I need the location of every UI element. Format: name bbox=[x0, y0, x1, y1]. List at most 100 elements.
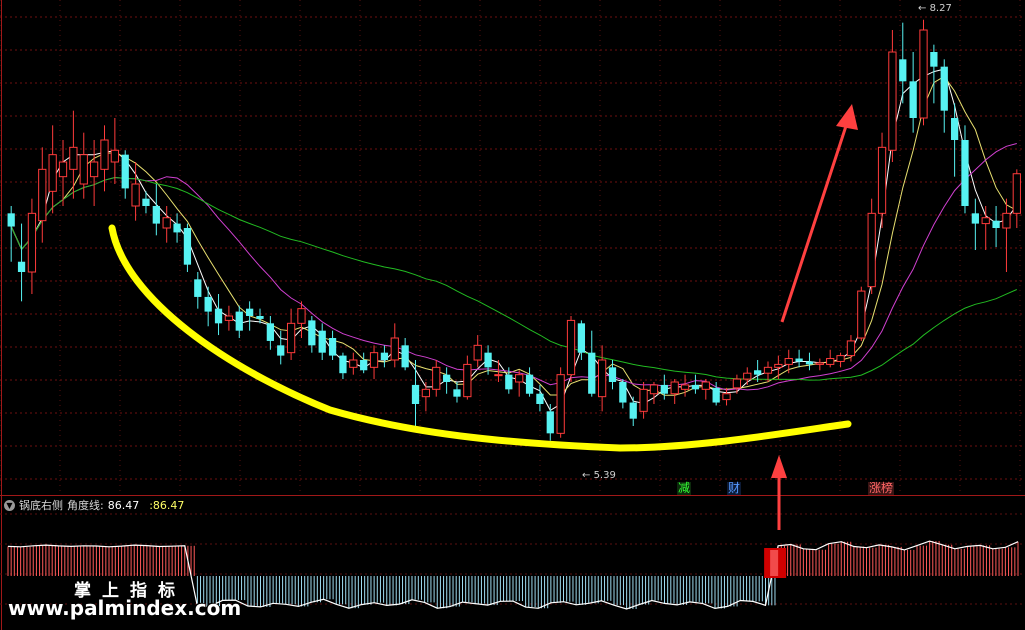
candle-body-down bbox=[805, 361, 814, 365]
candle-body-up bbox=[79, 154, 88, 185]
candle-body-down bbox=[712, 387, 720, 403]
candle-body-down bbox=[691, 384, 700, 390]
candle-body-down bbox=[183, 228, 192, 265]
candle-body-up bbox=[597, 359, 607, 398]
min-price-label: ← 5.39 bbox=[582, 470, 616, 481]
candle-body-down bbox=[950, 118, 959, 140]
candle-body-up bbox=[888, 51, 897, 151]
candle-body-up bbox=[297, 308, 306, 324]
candle-body-down bbox=[121, 154, 129, 189]
candle-body-down bbox=[536, 393, 544, 404]
candle bbox=[867, 198, 876, 294]
candle-body-down bbox=[204, 296, 212, 312]
candle-body-down bbox=[619, 382, 627, 403]
candle-body-up bbox=[110, 149, 119, 163]
candle bbox=[919, 19, 928, 126]
candle-body-down bbox=[328, 338, 337, 356]
candle-body-up bbox=[473, 344, 482, 361]
candle-body-down bbox=[194, 279, 202, 297]
candle-body-up bbox=[784, 358, 793, 365]
candle-body-down bbox=[961, 140, 969, 206]
candle-body-up bbox=[494, 374, 503, 377]
candle-body-up bbox=[836, 355, 845, 362]
candle-body-down bbox=[256, 316, 264, 319]
candle-body-up bbox=[224, 315, 234, 321]
candle-body-down bbox=[401, 345, 409, 368]
candle-body-down bbox=[339, 355, 347, 374]
candle-body-up bbox=[162, 217, 171, 229]
candle-body-up bbox=[421, 388, 431, 398]
chevron-down-icon[interactable]: ▼ bbox=[4, 499, 15, 511]
candle-body-up bbox=[58, 161, 68, 178]
candle-body-up bbox=[38, 168, 47, 222]
candle-body-down bbox=[152, 206, 160, 224]
candle-body-down bbox=[266, 323, 274, 341]
candle-body-down bbox=[608, 367, 617, 382]
candle-body-up bbox=[1012, 173, 1021, 214]
candle-body-down bbox=[411, 384, 420, 404]
event-tag-zhangbang[interactable]: 涨榜 bbox=[868, 482, 895, 495]
candle-body-down bbox=[484, 352, 492, 368]
indicator-series-label: 角度线: bbox=[67, 499, 104, 512]
candle-body-up bbox=[919, 29, 928, 119]
candle-body-down bbox=[505, 374, 513, 390]
candle-body-down bbox=[930, 52, 938, 67]
candle-body-up bbox=[27, 212, 37, 273]
candle-body-up bbox=[877, 146, 887, 214]
candle-body-down bbox=[992, 220, 1000, 228]
watermark-url[interactable]: www.palmindex.com bbox=[8, 596, 241, 620]
candle-body-down bbox=[318, 330, 326, 353]
candle-body-down bbox=[971, 213, 979, 224]
candle-body-down bbox=[909, 81, 917, 118]
candle-body-down bbox=[442, 374, 451, 382]
candle-body-up bbox=[743, 372, 752, 380]
candle-body-up bbox=[774, 363, 783, 368]
candle-body-down bbox=[17, 261, 26, 272]
candle-body-down bbox=[660, 384, 668, 394]
signal-block-highlight bbox=[770, 550, 779, 576]
candle-body-up bbox=[763, 366, 773, 374]
candle-body-up bbox=[463, 363, 472, 398]
candle bbox=[877, 132, 887, 228]
candle-body-up bbox=[846, 340, 856, 357]
candle-body-down bbox=[629, 402, 637, 419]
candle-body-down bbox=[235, 311, 243, 331]
candle-body-down bbox=[173, 223, 181, 233]
indicator-name: 锅底右侧 bbox=[19, 499, 63, 512]
candle-body-up bbox=[1002, 212, 1011, 229]
candle-body-up bbox=[815, 362, 824, 365]
candle-body-down bbox=[308, 320, 316, 346]
indicator-value: 86.47 bbox=[107, 498, 140, 512]
candle-body-up bbox=[649, 384, 659, 395]
candle-body-down bbox=[577, 323, 586, 353]
candle-body-up bbox=[701, 381, 710, 390]
max-price-label: ← 8.27 bbox=[918, 3, 952, 14]
indicator-header: ▼ 锅底右侧 角度线: 86.47 :86.47 bbox=[4, 498, 184, 512]
candle-body-down bbox=[546, 411, 554, 434]
candle-body-up bbox=[732, 378, 742, 389]
candle-body-up bbox=[556, 374, 565, 434]
candle-body-up bbox=[390, 337, 399, 361]
candle-body-up bbox=[670, 381, 679, 395]
candle-body-up bbox=[349, 359, 358, 368]
candle bbox=[857, 286, 866, 341]
candlestick-chart bbox=[0, 0, 1025, 630]
candle-body-down bbox=[754, 370, 762, 375]
candle-body-up bbox=[432, 366, 441, 390]
candle-body-up bbox=[566, 319, 576, 376]
candle-body-down bbox=[246, 308, 254, 316]
indicator-value-2: :86.47 bbox=[149, 498, 185, 512]
event-tag-jian[interactable]: 减 bbox=[677, 482, 692, 495]
event-tag-cai[interactable]: 财 bbox=[727, 482, 742, 495]
candle-body-up bbox=[515, 374, 524, 383]
candle-body-down bbox=[525, 374, 534, 394]
candle-body-up bbox=[981, 217, 990, 225]
candle-body-down bbox=[588, 352, 596, 394]
candle-body-down bbox=[453, 389, 461, 397]
candle-body-up bbox=[131, 183, 140, 207]
candle-body-down bbox=[142, 198, 150, 206]
candle-body-up bbox=[286, 322, 296, 354]
candle-body-down bbox=[7, 213, 15, 227]
candle bbox=[566, 316, 576, 382]
candle bbox=[556, 367, 565, 438]
